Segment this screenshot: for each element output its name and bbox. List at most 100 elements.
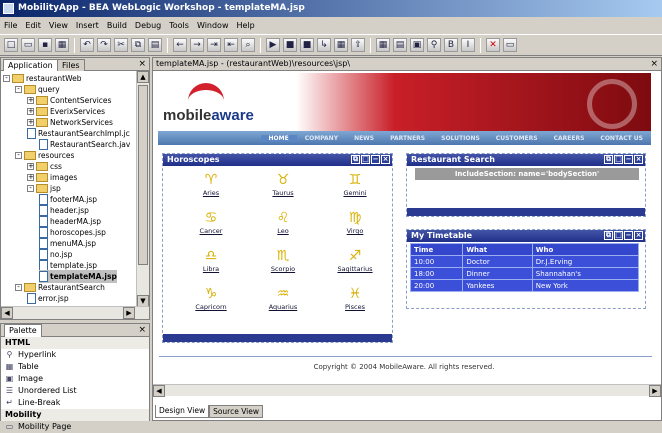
build-icon[interactable]: ▦ <box>334 38 348 52</box>
minimize-icon[interactable]: − <box>371 155 380 164</box>
nav-news[interactable]: NEWS <box>346 135 382 142</box>
palette-item[interactable]: ▣ Image <box>1 373 149 385</box>
minimize-icon[interactable]: − <box>624 155 633 164</box>
nav-solutions[interactable]: SOLUTIONS <box>433 135 488 142</box>
sign-capricorn[interactable]: ♑ Capricorn <box>175 286 247 318</box>
tree-vertical-scrollbar[interactable]: ▲ ▼ <box>136 71 149 307</box>
indent-icon[interactable]: ⇥ <box>207 38 221 52</box>
scroll-left-icon[interactable]: ◀ <box>1 307 13 319</box>
nav-careers[interactable]: CAREERS <box>546 135 593 142</box>
scroll-right-icon[interactable]: ▶ <box>123 307 135 319</box>
sign-taurus[interactable]: ♉ Taurus <box>247 172 319 204</box>
close-icon[interactable]: × <box>138 58 146 70</box>
scroll-thumb[interactable] <box>138 85 148 265</box>
menu-view[interactable]: View <box>45 17 72 34</box>
sign-scorpio[interactable]: ♏ Scorpio <box>247 248 319 280</box>
close-icon[interactable]: × <box>634 231 643 240</box>
editor-horizontal-scrollbar[interactable]: ◀ ▶ <box>153 384 661 397</box>
nav-partners[interactable]: PARTNERS <box>382 135 433 142</box>
sign-sagittarius[interactable]: ♐ Sagittarius <box>319 248 391 280</box>
menu-file[interactable]: File <box>0 17 21 34</box>
deploy-icon[interactable]: ⇪ <box>351 38 365 52</box>
restore-icon[interactable]: ⧉ <box>351 155 360 164</box>
palette-item[interactable]: ⚲ Hyperlink <box>1 349 149 361</box>
expand-icon[interactable]: + <box>27 163 34 170</box>
scroll-left-icon[interactable]: ◀ <box>153 385 165 397</box>
expand-icon[interactable]: + <box>27 174 34 181</box>
sign-link[interactable]: Sagittarius <box>319 265 391 273</box>
save-all-icon[interactable]: ▦ <box>55 38 69 52</box>
tab-source-view[interactable]: Source View <box>209 405 264 418</box>
sign-link[interactable]: Taurus <box>247 189 319 197</box>
open-icon[interactable]: ▭ <box>21 38 35 52</box>
expand-icon[interactable]: + <box>27 119 34 126</box>
palette-category[interactable]: HTML <box>1 337 149 349</box>
palette-item[interactable]: ☰ Unordered List <box>1 385 149 397</box>
close-icon[interactable]: × <box>138 324 146 336</box>
copy-icon[interactable]: ⧉ <box>131 38 145 52</box>
nav-contact-us[interactable]: CONTACT US <box>592 135 651 142</box>
sign-libra[interactable]: ♎ Libra <box>175 248 247 280</box>
italic-icon[interactable]: I <box>461 38 475 52</box>
palette-item[interactable]: ▭ Mobility Page <box>1 421 149 433</box>
sign-link[interactable]: Leo <box>247 227 319 235</box>
palette-category[interactable]: Mobility <box>1 409 149 421</box>
image-icon[interactable]: ▣ <box>410 38 424 52</box>
menu-help[interactable]: Help <box>233 17 259 34</box>
tab-design-view[interactable]: Design View <box>155 405 210 418</box>
step-icon[interactable]: ↳ <box>317 38 331 52</box>
restore-icon[interactable]: ⧉ <box>604 155 613 164</box>
forward-icon[interactable]: → <box>190 38 204 52</box>
cut-icon[interactable]: ✂ <box>114 38 128 52</box>
run-icon[interactable]: ▶ <box>266 38 280 52</box>
design-canvas[interactable]: mobileaware HOME COMPANY NEWS PARTNERS SOLUT… <box>156 73 652 385</box>
tab-files[interactable]: Files <box>57 59 85 71</box>
redo-icon[interactable]: ↷ <box>97 38 111 52</box>
sign-link[interactable]: Capricorn <box>175 303 247 311</box>
palette-item[interactable]: ▦ Table <box>1 361 149 373</box>
grid-icon[interactable]: ▦ <box>376 38 390 52</box>
include-section[interactable]: IncludeSection: name='bodySection' <box>415 168 639 180</box>
bold-icon[interactable]: B <box>444 38 458 52</box>
restore-icon[interactable]: ⧉ <box>604 231 613 240</box>
sign-link[interactable]: Virgo <box>319 227 391 235</box>
nav-customers[interactable]: CUSTOMERS <box>488 135 546 142</box>
nav-home[interactable]: HOME <box>260 134 297 142</box>
expand-icon[interactable]: + <box>27 97 34 104</box>
back-icon[interactable]: ← <box>173 38 187 52</box>
stop-icon[interactable]: ■ <box>300 38 314 52</box>
tab-application[interactable]: Application <box>3 59 58 71</box>
palette-item[interactable]: ↵ Line-Break <box>1 397 149 409</box>
maximize-icon[interactable]: □ <box>614 231 623 240</box>
undo-icon[interactable]: ↶ <box>80 38 94 52</box>
sign-leo[interactable]: ♌ Leo <box>247 210 319 242</box>
sign-link[interactable]: Scorpio <box>247 265 319 273</box>
sign-virgo[interactable]: ♍ Virgo <box>319 210 391 242</box>
collapse-icon[interactable]: - <box>15 152 22 159</box>
expand-icon[interactable]: + <box>27 108 34 115</box>
collapse-icon[interactable]: - <box>3 75 10 82</box>
link-icon[interactable]: ⚲ <box>427 38 441 52</box>
collapse-icon[interactable]: - <box>15 284 22 291</box>
sign-link[interactable]: Pisces <box>319 303 391 311</box>
menu-tools[interactable]: Tools <box>165 17 193 34</box>
collapse-icon[interactable]: - <box>15 86 22 93</box>
sign-link[interactable]: Aries <box>175 189 247 197</box>
menu-build[interactable]: Build <box>103 17 131 34</box>
sign-link[interactable]: Cancer <box>175 227 247 235</box>
sign-aries[interactable]: ♈ Aries <box>175 172 247 204</box>
outdent-icon[interactable]: ⇤ <box>224 38 238 52</box>
close-icon[interactable]: × <box>634 155 643 164</box>
sign-link[interactable]: Aquarius <box>247 303 319 311</box>
maximize-icon[interactable]: □ <box>614 155 623 164</box>
debug-icon[interactable]: ■ <box>283 38 297 52</box>
minimize-icon[interactable]: − <box>624 231 633 240</box>
menu-insert[interactable]: Insert <box>72 17 103 34</box>
menu-window[interactable]: Window <box>193 17 233 34</box>
scroll-up-icon[interactable]: ▲ <box>137 71 149 83</box>
paste-icon[interactable]: ▤ <box>148 38 162 52</box>
sign-cancer[interactable]: ♋ Cancer <box>175 210 247 242</box>
tab-palette[interactable]: Palette <box>4 324 42 337</box>
delete-icon[interactable]: ✕ <box>486 38 500 52</box>
save-icon[interactable]: ▪ <box>38 38 52 52</box>
